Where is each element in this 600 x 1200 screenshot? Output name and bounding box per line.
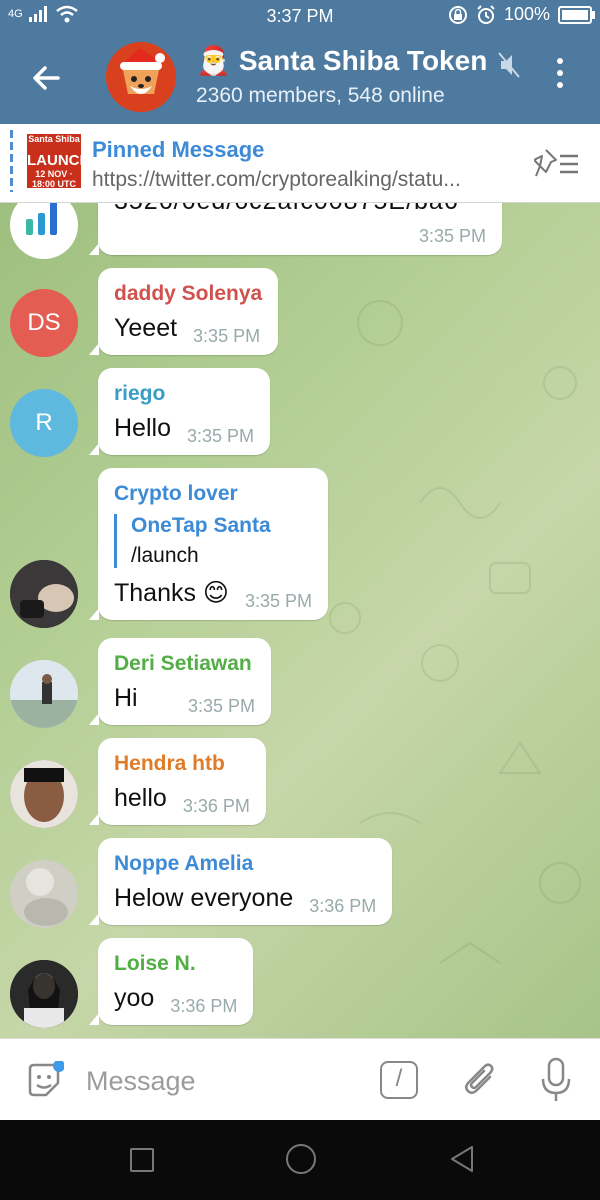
group-avatar[interactable] (106, 42, 176, 112)
avatar-photo[interactable] (10, 860, 78, 928)
pinned-thumb-line2: LAUNCH (27, 152, 91, 169)
message-time: 3:35 PM (186, 426, 255, 446)
attach-icon[interactable] (462, 1059, 498, 1101)
message-time: 3:36 PM (182, 796, 250, 816)
sender-name[interactable]: daddy Solenya (114, 282, 262, 306)
message-bubble[interactable]: Crypto lover OneTap Santa /launch Thanks… (88, 468, 329, 620)
message-bubble[interactable]: Deri Setiawan Hi 3:35 PM (88, 638, 272, 725)
avatar-photo[interactable] (10, 960, 78, 1028)
santa-emoji: 🎅 (196, 45, 231, 76)
message-bubble[interactable]: Hendra htb hello 3:36 PM (89, 738, 266, 825)
sender-name[interactable]: Loise N. (114, 952, 237, 976)
message-time: 3:35 PM (188, 696, 256, 716)
message-time: 3:35 PM (193, 326, 261, 346)
sender-name[interactable]: Deri Setiawan (114, 652, 255, 676)
message-time: 3:36 PM (170, 996, 238, 1016)
more-vertical-icon[interactable] (552, 58, 568, 98)
message-bubble[interactable]: 3526/6ed/6c2afc00875E/ba6 3:35 PM (89, 203, 502, 255)
system-nav-bar (0, 1120, 600, 1200)
user-photo-icon (10, 860, 78, 928)
home-button[interactable] (286, 1144, 316, 1174)
user-photo-icon (10, 660, 78, 728)
battery-percent: 100% (503, 4, 550, 24)
message-time: 3:36 PM (309, 896, 377, 916)
chat-header: 🎅 Santa Shiba Token 2360 members, 548 on… (0, 32, 600, 124)
lock-rotation-icon (448, 5, 467, 24)
user-photo-icon (10, 760, 78, 828)
message-bubble[interactable]: Noppe Amelia Helow everyone 3:36 PM (88, 838, 393, 925)
pinned-thumbnail: Santa Shiba LAUNCH 12 NOV · 18:00 UTC (27, 134, 91, 189)
back-arrow-icon[interactable] (28, 60, 64, 96)
pinned-thumb-line1: Santa Shiba (28, 134, 80, 144)
message-input[interactable] (84, 1061, 358, 1101)
message-text: Thanks 😊 (114, 579, 229, 607)
message-text: 3526/6ed/6c2afc00875E/ba6 (114, 203, 486, 216)
alarm-icon (477, 4, 495, 24)
pinned-title: Pinned Message (92, 137, 265, 162)
status-right: 100% (448, 4, 595, 25)
sender-name[interactable]: Noppe Amelia (114, 852, 376, 876)
message-text: Hi (114, 684, 138, 712)
group-name: Santa Shiba Token (238, 44, 488, 76)
chat-title[interactable]: 🎅 Santa Shiba Token (196, 44, 487, 77)
avatar-photo[interactable] (10, 660, 78, 728)
sticker-icon[interactable] (24, 1061, 64, 1101)
reply-text: /launch (131, 544, 199, 567)
sender-name[interactable]: Hendra htb (114, 752, 250, 776)
status-bar: 4G 3:37 PM 100% (0, 0, 600, 32)
avatar-r[interactable]: R (10, 389, 78, 457)
message-input-bar: / (0, 1038, 600, 1121)
avatar-photo[interactable] (10, 560, 78, 628)
pinned-indicator (10, 130, 13, 192)
recents-button[interactable] (130, 1148, 154, 1172)
user-photo-icon (10, 960, 78, 1028)
back-nav-icon[interactable] (448, 1144, 476, 1174)
sender-name[interactable]: Crypto lover (114, 482, 312, 506)
member-count: 2360 members, 548 online (196, 84, 445, 107)
mute-icon (498, 52, 520, 78)
message-bubble[interactable]: riego Hello 3:35 PM (88, 368, 271, 455)
message-text: Yeeet (114, 314, 178, 342)
microphone-icon[interactable] (540, 1057, 572, 1103)
pinned-message-bar[interactable]: Santa Shiba LAUNCH 12 NOV · 18:00 UTC Pi… (0, 124, 600, 203)
message-text: Helow everyone (114, 884, 294, 912)
sender-name[interactable]: riego (114, 382, 254, 406)
message-bubble[interactable]: daddy Solenya Yeeet 3:35 PM (88, 268, 279, 355)
message-text: yoo (114, 984, 155, 1012)
reply-name: OneTap Santa (131, 514, 271, 537)
shiba-santa-icon (106, 42, 176, 112)
avatar-ds[interactable]: DS (10, 289, 78, 357)
avatar-photo[interactable] (10, 760, 78, 828)
pinned-text: https://twitter.com/cryptorealking/statu… (92, 168, 461, 191)
user-photo-icon (10, 560, 78, 628)
battery-icon (558, 5, 595, 24)
chat-area[interactable]: 3526/6ed/6c2afc00875E/ba6 3:35 PM DS dad… (0, 203, 600, 1038)
message-time: 3:35 PM (418, 226, 486, 246)
message-bubble[interactable]: Loise N. yoo 3:36 PM (88, 938, 254, 1025)
pin-list-icon[interactable] (534, 148, 580, 178)
message-text: Hello (114, 414, 171, 442)
bot-command-button[interactable]: / (380, 1061, 418, 1099)
pinned-thumb-line3: 12 NOV · 18:00 UTC (31, 169, 76, 189)
message-time: 3:35 PM (245, 591, 313, 611)
reply-preview[interactable]: OneTap Santa /launch (114, 514, 312, 568)
message-text: hello (114, 784, 167, 812)
